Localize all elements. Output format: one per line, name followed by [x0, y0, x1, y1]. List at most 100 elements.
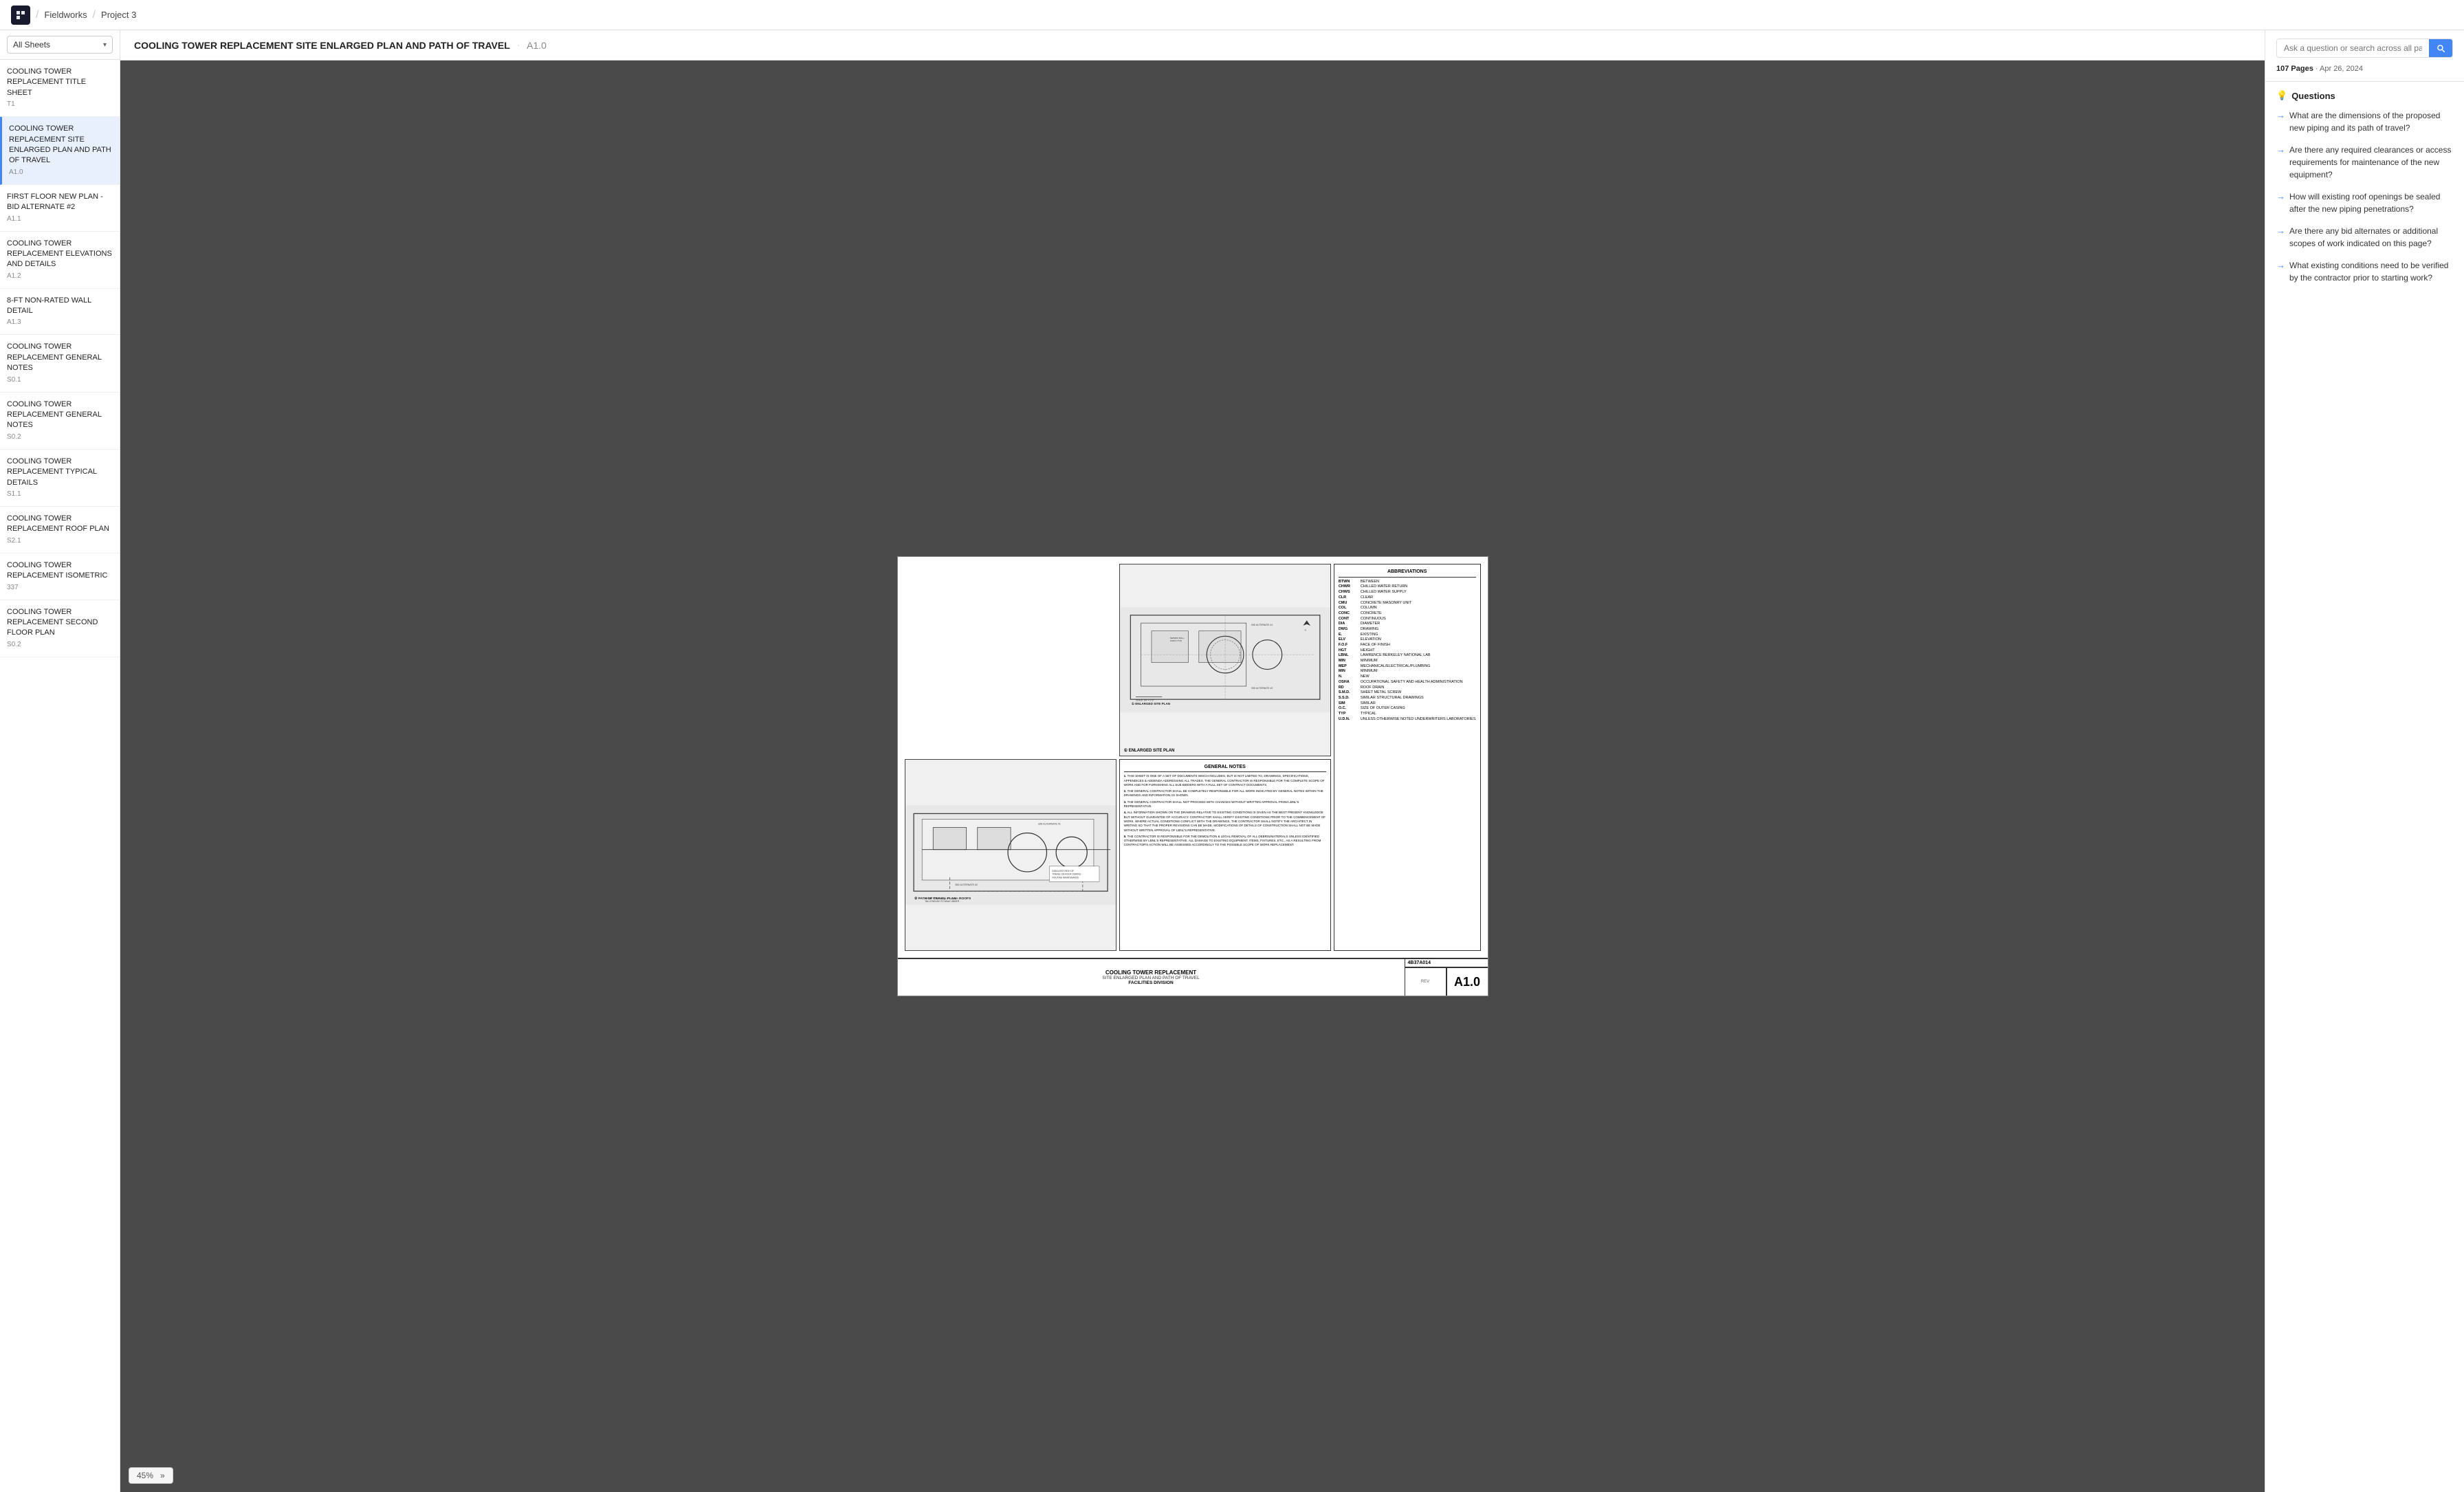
sidebar-item-title: COOLING TOWER REPLACEMENT ISOMETRIC — [7, 560, 113, 582]
date: Apr 26, 2024 — [2320, 65, 2363, 73]
sidebar-item-A1.0[interactable]: COOLING TOWER REPLACEMENT SITE ENLARGED … — [0, 117, 120, 185]
question-item[interactable]: →What are the dimensions of the proposed… — [2276, 109, 2453, 134]
abbrev-def: DIAMETER — [1361, 622, 1380, 627]
sidebar-item-A1.1[interactable]: FIRST FLOOR NEW PLAN - BID ALTERNATE #2A… — [0, 185, 120, 232]
zoom-level: 45% — [135, 1471, 155, 1480]
abbrev-code: MIN — [1339, 669, 1359, 674]
abbrev-def: ROOF DRAIN — [1361, 685, 1385, 691]
sidebar-item-title: COOLING TOWER REPLACEMENT TITLE SHEET — [7, 67, 113, 98]
drawing-viewer[interactable]: ABBREVIATIONS BTWNBETWEENCHWRCHILLED WAT… — [120, 61, 2265, 1492]
sidebar-item-code: S0.2 — [7, 432, 113, 442]
abbrev-code: HGT — [1339, 648, 1359, 654]
abbrev-def: NEW — [1361, 674, 1370, 680]
pages-info: 107 Pages · Apr 26, 2024 — [2276, 65, 2453, 73]
abbrev-def: CHILLED WATER RETURN — [1361, 584, 1407, 590]
abbrev-row: CHWSCHILLED WATER SUPPLY — [1339, 590, 1476, 595]
sidebar-item-S0.2b[interactable]: COOLING TOWER REPLACEMENT SECOND FLOOR P… — [0, 600, 120, 657]
abbrev-row: CONCCONCRETE — [1339, 611, 1476, 617]
abbrev-row: RDROOF DRAIN — [1339, 685, 1476, 691]
sidebar: All Sheets ▾ COOLING TOWER REPLACEMENT T… — [0, 30, 120, 1492]
abbrev-code: COL — [1339, 606, 1359, 611]
sidebar-item-A1.3[interactable]: 8-FT NON-RATED WALL DETAILA1.3 — [0, 289, 120, 336]
abbrev-code: OSHA — [1339, 680, 1359, 685]
sidebar-item-A1.2[interactable]: COOLING TOWER REPLACEMENT ELEVATIONS AND… — [0, 232, 120, 289]
tb-project-code: 4B37A014 — [1408, 961, 1431, 965]
sidebar-item-337[interactable]: COOLING TOWER REPLACEMENT ISOMETRIC337 — [0, 553, 120, 600]
chevron-down-icon: ▾ — [103, 41, 107, 49]
abbrev-code: DIA — [1339, 622, 1359, 627]
svg-text:N: N — [1304, 629, 1306, 632]
abbrev-code: RD — [1339, 685, 1359, 691]
question-item[interactable]: → Are there any bid alternates or additio… — [2276, 225, 2453, 250]
plan-1-label: ① ENLARGED SITE PLAN — [1124, 748, 1175, 753]
sidebar-item-S1.1[interactable]: COOLING TOWER REPLACEMENT TYPICAL DETAIL… — [0, 450, 120, 507]
sidebar-item-code: A1.3 — [7, 318, 113, 327]
abbrev-row: DIADIAMETER — [1339, 622, 1476, 627]
abbrev-row: HGTHEIGHT — [1339, 648, 1476, 654]
sidebar-item-title: 8-FT NON-RATED WALL DETAIL — [7, 296, 113, 317]
right-panel: 107 Pages · Apr 26, 2024 💡 Questions →Wh… — [2265, 30, 2464, 1492]
sidebar-item-S2.1[interactable]: COOLING TOWER REPLACEMENT ROOF PLANS2.1 — [0, 507, 120, 553]
general-notes-title: GENERAL NOTES — [1124, 764, 1326, 773]
svg-text:BID ALTERNATE #2: BID ALTERNATE #2 — [955, 884, 978, 886]
abbrev-code: MIN — [1339, 659, 1359, 664]
abbrev-def: CHILLED WATER SUPPLY — [1361, 590, 1407, 595]
search-input[interactable] — [2277, 39, 2429, 57]
questions-label: Questions — [2291, 91, 2335, 101]
note-item: 5. THE CONTRACTOR IS RESPONSIBLE FOR THE… — [1124, 835, 1326, 848]
sidebar-item-S0.1[interactable]: COOLING TOWER REPLACEMENT GENERAL NOTESS… — [0, 335, 120, 392]
question-arrow: → — [2276, 191, 2285, 201]
tb-division: FACILITIES DIVISION — [903, 980, 1399, 985]
question-item[interactable]: →Are there any required clearances or ac… — [2276, 144, 2453, 181]
zoom-in-button[interactable]: » — [158, 1471, 167, 1480]
tb-sheet-desc: SITE ENLARGED PLAN AND PATH OF TRAVEL — [903, 976, 1399, 980]
breadcrumb-fieldworks[interactable]: Fieldworks — [44, 10, 87, 20]
question-text: Are there any bid alternates or addition… — [2289, 225, 2453, 250]
sidebar-header: All Sheets ▾ — [0, 30, 120, 60]
content-area: COOLING TOWER REPLACEMENT SITE ENLARGED … — [120, 30, 2265, 1492]
abbrev-code: F.O.F — [1339, 643, 1359, 648]
sidebar-item-title: COOLING TOWER REPLACEMENT TYPICAL DETAIL… — [7, 457, 113, 488]
title-block-right: 4B37A014 REV A1.0 — [1405, 959, 1488, 996]
abbrev-row: S.M.D.SHEET METAL SCREW — [1339, 690, 1476, 696]
abbrev-code: LBNL — [1339, 653, 1359, 659]
question-item[interactable]: →How will existing roof openings be seal… — [2276, 190, 2453, 215]
question-arrow: → — [2276, 110, 2285, 120]
note-item: 4. ALL INFORMATION SHOWN ON THE DRAWING … — [1124, 811, 1326, 832]
search-button[interactable] — [2429, 39, 2452, 57]
abbrev-def: CONTINUOUS — [1361, 617, 1386, 622]
sidebar-item-code: S1.1 — [7, 490, 113, 499]
abbrev-def: MINIMUM — [1361, 659, 1378, 664]
pages-count: 107 Pages — [2276, 65, 2313, 73]
plan-2-svg: PIPING IS AERIAL (7'-0" / 1) AND TALL EN… — [905, 760, 1116, 951]
right-panel-top: 107 Pages · Apr 26, 2024 — [2265, 30, 2464, 82]
sheet-selector[interactable]: All Sheets ▾ — [7, 36, 113, 54]
sidebar-item-code: S0.1 — [7, 375, 113, 385]
sidebar-item-S0.2[interactable]: COOLING TOWER REPLACEMENT GENERAL NOTESS… — [0, 393, 120, 450]
note-item: 3. THE GENERAL CONTRACTOR SHALL NOT PROC… — [1124, 800, 1326, 809]
abbrev-code: O.C. — [1339, 706, 1359, 712]
sidebar-item-code: S2.1 — [7, 536, 113, 546]
question-item[interactable]: →What existing conditions need to be ver… — [2276, 259, 2453, 284]
abbrev-code: ELV — [1339, 637, 1359, 643]
sidebar-item-code: S0.2 — [7, 640, 113, 650]
abbrev-row: ELVELEVATION — [1339, 637, 1476, 643]
abbrev-def: MECHANICAL/ELECTRICAL/PLUMBING — [1361, 664, 1431, 670]
abbrev-code: CMU — [1339, 601, 1359, 606]
abbrev-code: CONT — [1339, 617, 1359, 622]
abbrev-code: DWG — [1339, 627, 1359, 633]
abbrev-row: SIMSIMILAR — [1339, 701, 1476, 707]
sidebar-item-T1[interactable]: COOLING TOWER REPLACEMENT TITLE SHEETT1 — [0, 60, 120, 117]
abbrev-row: F.O.FFACE OF FINISH — [1339, 643, 1476, 648]
abbrev-code: CHWS — [1339, 590, 1359, 595]
question-arrow: → — [2276, 226, 2285, 236]
questions-title: 💡 Questions — [2276, 90, 2453, 101]
abbrev-def: OCCUPATIONAL SAFETY AND HEALTH ADMINISTR… — [1361, 680, 1463, 685]
sheet-id: A1.0 — [527, 40, 547, 51]
svg-text:ROUTINE MAINTENANCE: ROUTINE MAINTENANCE — [1052, 876, 1079, 879]
sidebar-item-code: 337 — [7, 583, 113, 593]
abbrev-row: LBNLLAWRENCE BERKELEY NATIONAL LAB — [1339, 653, 1476, 659]
breadcrumb-project[interactable]: Project 3 — [101, 10, 136, 20]
lightbulb-icon: 💡 — [2276, 90, 2287, 101]
sidebar-item-title: COOLING TOWER REPLACEMENT ELEVATIONS AND… — [7, 239, 113, 270]
